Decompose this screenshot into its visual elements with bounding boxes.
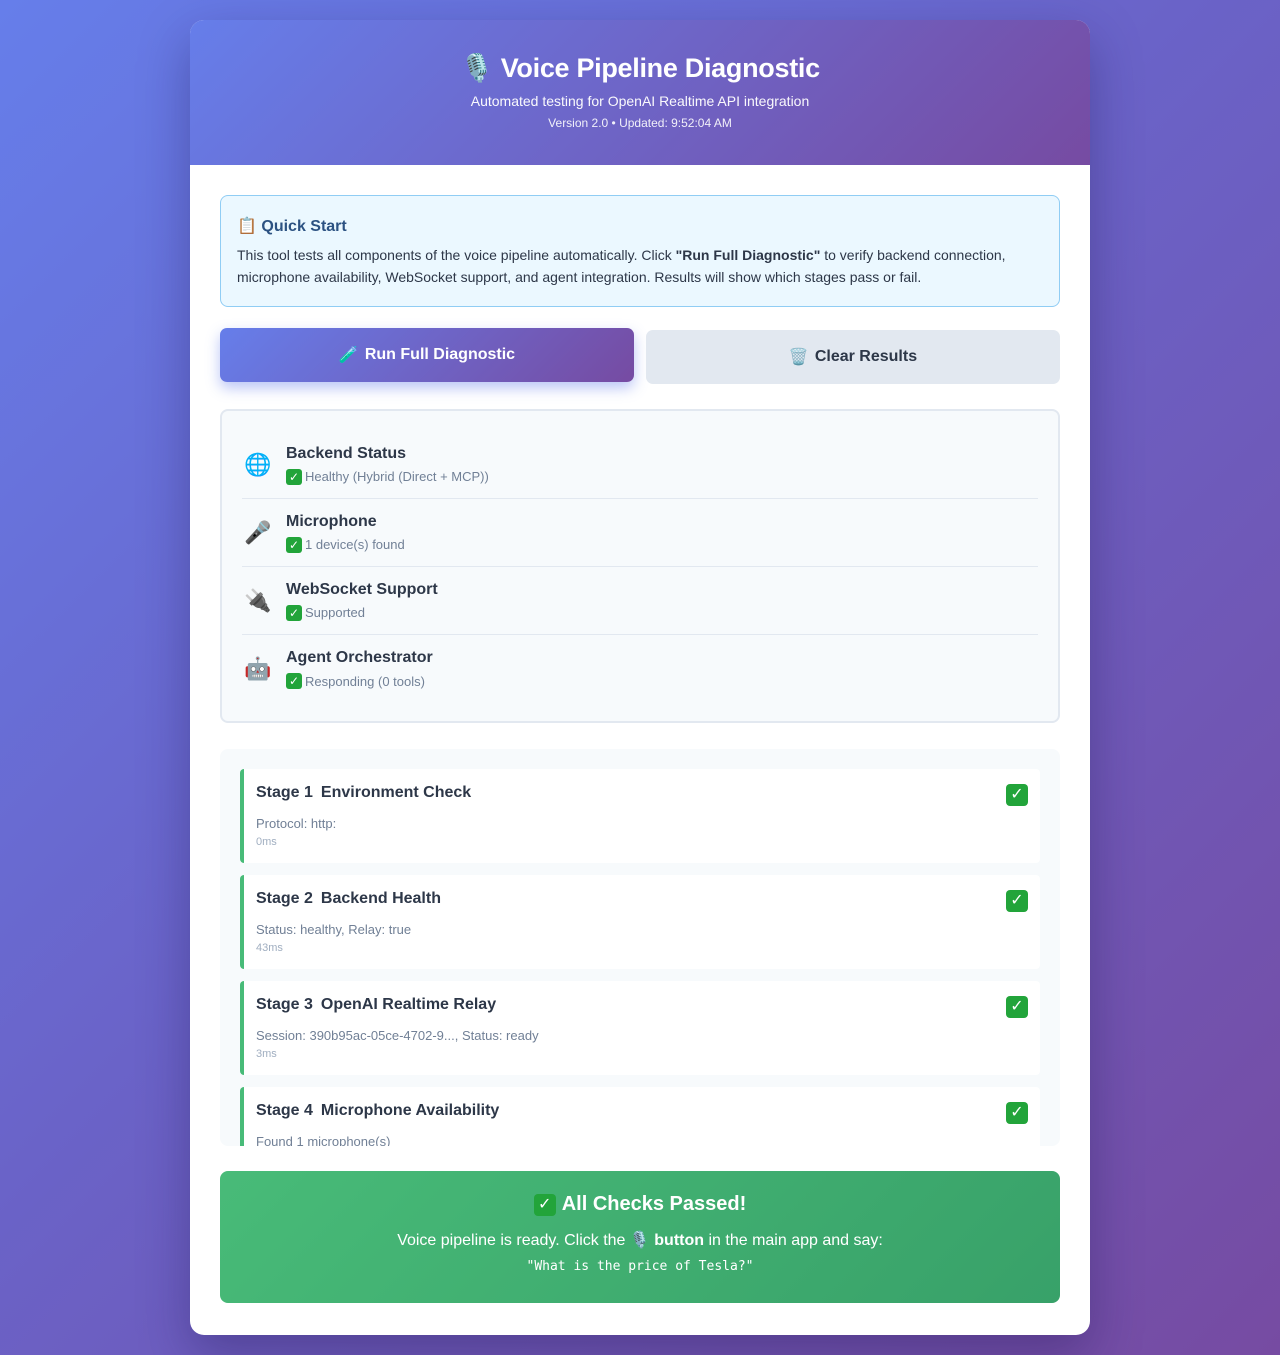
status-value-text: Supported xyxy=(305,605,365,620)
stage-name: OpenAI Realtime Relay xyxy=(320,996,497,1013)
page-header: 🎙️ Voice Pipeline Diagnostic Automated t… xyxy=(190,20,1090,165)
robot-icon: 🤖 xyxy=(244,656,272,681)
clear-results-button[interactable]: 🗑️ Clear Results xyxy=(646,330,1060,384)
status-value: ✓ Supported xyxy=(286,604,438,621)
main-content: 📋 Quick Start This tool tests all compon… xyxy=(190,165,1090,1303)
stage-title: Stage 3 OpenAI Realtime Relay xyxy=(256,996,1028,1014)
check-icon: ✓ xyxy=(286,673,302,689)
success-text-before: Voice pipeline is ready. Click the xyxy=(397,1232,630,1249)
success-button-word: button xyxy=(654,1232,705,1249)
status-value: ✓ 1 device(s) found xyxy=(286,536,405,553)
run-diagnostic-label: Run Full Diagnostic xyxy=(364,346,516,363)
status-value: ✓ Healthy (Hybrid (Direct + MCP)) xyxy=(286,468,489,485)
stage-detail: Found 1 microphone(s) xyxy=(256,1134,391,1146)
quick-start-title-text: Quick Start xyxy=(261,218,347,235)
quick-start-text: This tool tests all components of the vo… xyxy=(237,244,1043,288)
success-title: ✓ All Checks Passed! xyxy=(220,1193,1060,1216)
success-message: Voice pipeline is ready. Click the 🎙️ bu… xyxy=(220,1230,1060,1250)
stage-detail: Status: healthy, Relay: true xyxy=(256,922,412,937)
status-name: WebSocket Support xyxy=(286,580,438,598)
status-item-websocket: 🔌 WebSocket Support ✓ Supported xyxy=(242,567,1038,635)
status-panel: 🌐 Backend Status ✓ Healthy (Hybrid (Direc… xyxy=(220,409,1060,723)
globe-icon: 🌐 xyxy=(244,451,272,477)
check-icon: ✓ xyxy=(286,468,302,485)
stage-detail: Session: 390b95ac-05ce-4702-9..., Status… xyxy=(256,1028,539,1043)
stage-time: 0ms xyxy=(256,836,277,848)
stage-title: Stage 1 Environment Check xyxy=(256,784,1028,802)
stage-card: Stage 2 Backend Health ✓ Status: healthy,… xyxy=(240,875,1040,969)
studio-microphone-icon: 🎙️ xyxy=(629,1232,650,1249)
quick-start-title: 📋 Quick Start xyxy=(237,216,1043,236)
stage-status: ✓ xyxy=(1006,1102,1028,1124)
stage-status: ✓ xyxy=(1006,890,1028,912)
plug-icon: 🔌 xyxy=(244,587,272,613)
quick-start-text-bold: "Run Full Diagnostic" xyxy=(675,247,821,263)
stage-time: 43ms xyxy=(256,942,283,954)
status-value: ✓ Responding (0 tools) xyxy=(286,673,433,689)
status-item-agent: 🤖 Agent Orchestrator ✓ Responding (0 tool… xyxy=(242,635,1038,703)
quick-start-box: 📋 Quick Start This tool tests all compon… xyxy=(220,195,1060,307)
stage-time: 3ms xyxy=(256,1048,277,1060)
run-diagnostic-button[interactable]: 🧪 Run Full Diagnostic xyxy=(220,328,634,382)
check-icon: ✓ xyxy=(1006,890,1028,912)
test-tube-icon: 🧪 xyxy=(338,347,359,364)
check-icon: ✓ xyxy=(1006,1102,1028,1124)
clear-results-label: Clear Results xyxy=(814,348,918,365)
quick-start-text-before: This tool tests all components of the vo… xyxy=(237,247,676,263)
page-subtitle: Automated testing for OpenAI Realtime AP… xyxy=(470,93,810,109)
stage-status: ✓ xyxy=(1006,996,1028,1018)
stage-number: Stage 1 xyxy=(256,784,313,801)
check-icon: ✓ xyxy=(286,604,302,621)
status-name: Microphone xyxy=(286,512,377,530)
version-info: Version 2.0 • Updated: 9:52:04 AM xyxy=(548,116,732,130)
page-title-text: Voice Pipeline Diagnostic xyxy=(500,53,820,83)
stage-name: Environment Check xyxy=(320,784,472,801)
success-title-text: All Checks Passed! xyxy=(561,1193,747,1215)
success-text-after: in the main app and say: xyxy=(704,1232,883,1249)
action-buttons: 🧪 Run Full Diagnostic 🗑️ Clear Results xyxy=(220,328,1060,384)
stage-status: ✓ xyxy=(1006,784,1028,806)
studio-microphone-icon: 🎙️ xyxy=(460,53,494,83)
stage-number: Stage 2 xyxy=(256,890,313,907)
diagnostic-card: 🎙️ Voice Pipeline Diagnostic Automated t… xyxy=(190,20,1090,1335)
status-value-text: 1 device(s) found xyxy=(305,537,405,552)
example-phrase: "What is the price of Tesla?" xyxy=(526,1259,754,1274)
stage-card: Stage 4 Microphone Availability ✓ Found 1… xyxy=(240,1087,1040,1146)
status-name: Agent Orchestrator xyxy=(286,649,433,666)
check-icon: ✓ xyxy=(1006,996,1028,1018)
stage-card: Stage 1 Environment Check ✓ Protocol: htt… xyxy=(240,769,1040,863)
check-icon: ✓ xyxy=(533,1193,556,1216)
page-title: 🎙️ Voice Pipeline Diagnostic xyxy=(190,52,1090,84)
stages-list[interactable]: Stage 1 Environment Check ✓ Protocol: htt… xyxy=(220,749,1060,1146)
status-item-backend: 🌐 Backend Status ✓ Healthy (Hybrid (Direc… xyxy=(242,431,1038,499)
status-name: Backend Status xyxy=(286,444,407,462)
stage-card: Stage 3 OpenAI Realtime Relay ✓ Session: … xyxy=(240,981,1040,1075)
status-item-microphone: 🎤 Microphone ✓ 1 device(s) found xyxy=(242,499,1038,567)
stage-number: Stage 4 xyxy=(256,1102,313,1119)
stage-detail: Protocol: http: xyxy=(256,816,337,831)
trash-icon: 🗑️ xyxy=(788,349,809,366)
stage-name: Microphone Availability xyxy=(320,1102,500,1119)
check-icon: ✓ xyxy=(1006,784,1028,806)
stage-title: Stage 2 Backend Health xyxy=(256,890,1028,908)
status-value-text: Healthy (Hybrid (Direct + MCP)) xyxy=(305,469,489,484)
check-icon: ✓ xyxy=(286,536,302,553)
microphone-icon: 🎤 xyxy=(244,519,272,545)
status-value-text: Responding (0 tools) xyxy=(305,673,425,689)
stage-title: Stage 4 Microphone Availability xyxy=(256,1102,1028,1120)
success-banner: ✓ All Checks Passed! Voice pipeline is re… xyxy=(220,1171,1060,1303)
stage-name: Backend Health xyxy=(320,890,441,907)
clipboard-icon: 📋 xyxy=(237,218,257,235)
stage-number: Stage 3 xyxy=(256,996,313,1013)
